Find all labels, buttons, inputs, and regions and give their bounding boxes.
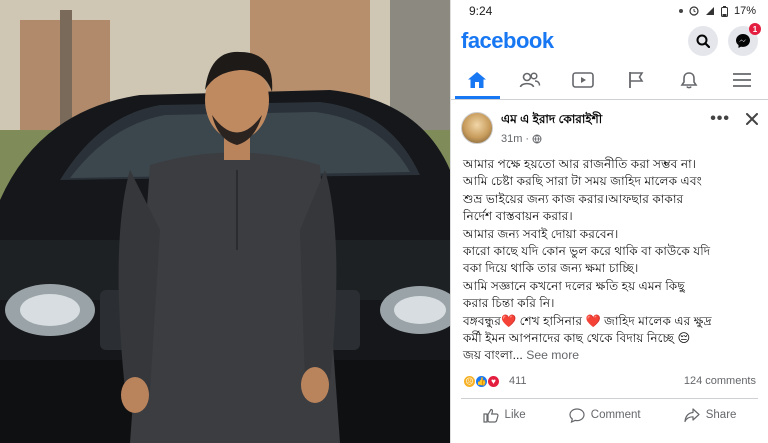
avatar[interactable] bbox=[461, 112, 493, 144]
like-button[interactable]: Like bbox=[482, 408, 526, 423]
post-last-line: জয় বাংলা... See more bbox=[463, 347, 758, 364]
comments-count[interactable]: 124 comments bbox=[684, 375, 756, 387]
status-indicators: 17% bbox=[678, 5, 756, 17]
reaction-icons[interactable]: ☹ 👍 ♥ 411 bbox=[463, 374, 527, 388]
tab-video[interactable] bbox=[557, 60, 610, 99]
menu-icon bbox=[732, 72, 751, 87]
close-icon[interactable] bbox=[746, 113, 758, 125]
flag-icon bbox=[628, 71, 644, 88]
battery-percent: 17% bbox=[733, 5, 756, 17]
post-line: জয় বাংলা... bbox=[463, 348, 523, 363]
tab-pages[interactable] bbox=[609, 60, 662, 99]
home-icon bbox=[468, 71, 487, 88]
reactions-summary: ☹ 👍 ♥ 411 124 comments bbox=[451, 365, 768, 394]
facebook-mobile-screen: 9:24 17% facebook 1 এম এ ইরাদ কোরাইশী 31… bbox=[450, 0, 768, 443]
post-photo[interactable] bbox=[0, 0, 450, 443]
tab-menu[interactable] bbox=[715, 60, 768, 99]
like-label: Like bbox=[504, 409, 526, 422]
main-nav bbox=[451, 60, 768, 100]
post-line: আমার পক্ষে হয়তো আর রাজনীতি করা সম্ভব না… bbox=[463, 157, 696, 171]
post-time[interactable]: 31m bbox=[501, 133, 522, 145]
photo-illustration bbox=[0, 0, 450, 443]
post-line: কারো কাছে যদি কোন ভুল করে থাকি বা কাউকে … bbox=[463, 244, 711, 259]
post-line: কর্মী ইমন আপনাদের কাছ থেকে বিদায় নিচ্ছে… bbox=[463, 331, 691, 346]
tab-home[interactable] bbox=[451, 60, 504, 99]
post-author-name[interactable]: এম এ ইরাদ কোরাইশী bbox=[501, 111, 602, 131]
see-more-link[interactable]: See more bbox=[526, 348, 579, 362]
battery-icon bbox=[720, 5, 728, 17]
comment-label: Comment bbox=[590, 409, 641, 422]
post-body: আমার পক্ষে হয়তো আর রাজনীতি করা সম্ভব না… bbox=[451, 152, 768, 365]
reactions-count[interactable]: 411 bbox=[509, 375, 527, 387]
header-actions: 1 bbox=[688, 23, 761, 56]
post-line: আমি সজ্ঞানে কখনো দলের ক্ষতি হয় এমন কিছু bbox=[463, 278, 685, 293]
facebook-logo[interactable]: facebook bbox=[461, 28, 554, 54]
status-time: 9:24 bbox=[469, 4, 493, 18]
post-author-block: এম এ ইরাদ কোরাইশী 31m · bbox=[501, 111, 602, 145]
share-button[interactable]: Share bbox=[684, 408, 737, 423]
search-icon bbox=[696, 34, 710, 48]
thumbs-up-icon bbox=[482, 408, 499, 423]
love-reaction-icon: ♥ bbox=[487, 374, 500, 388]
tab-friends[interactable] bbox=[504, 60, 557, 99]
share-icon bbox=[684, 408, 700, 422]
post-actions: Like Comment Share bbox=[461, 397, 758, 432]
notification-dot-icon bbox=[678, 9, 683, 13]
more-options-icon[interactable]: ••• bbox=[710, 110, 730, 128]
app-header: facebook 1 bbox=[451, 22, 768, 60]
status-bar: 9:24 17% bbox=[451, 0, 768, 22]
post-controls: ••• bbox=[710, 110, 758, 128]
post-header: এম এ ইরাদ কোরাইশী 31m · ••• bbox=[451, 100, 768, 152]
globe-icon bbox=[532, 134, 542, 144]
post-line: শুভ্র ভাইয়ের জন্য কাজ করার।আফছার কাকার bbox=[463, 191, 684, 206]
search-button[interactable] bbox=[688, 26, 718, 56]
tab-notifications[interactable] bbox=[662, 60, 715, 99]
video-icon bbox=[572, 71, 594, 88]
comment-button[interactable]: Comment bbox=[569, 408, 641, 423]
messenger-badge: 1 bbox=[749, 23, 761, 35]
post-line: বকা দিয়ে থাকি তার জন্য ক্ষমা চাচ্ছি। bbox=[463, 261, 639, 276]
post-line: বঙ্গবন্ধুর❤️ শেখ হাসিনার ❤️ জাহিদ মালেক … bbox=[463, 313, 712, 328]
post-line: আমি চেষ্টা করছি সারা টা সময় জাহিদ মালেক… bbox=[463, 174, 702, 189]
post-line: করার চিন্তা করি নি। bbox=[463, 296, 555, 311]
alarm-icon bbox=[689, 6, 699, 16]
post-line: নির্দেশ বাস্তবায়ন করার। bbox=[463, 209, 573, 224]
post-card: এম এ ইরাদ কোরাইশী 31m · ••• আমার পক্ষে হ… bbox=[451, 100, 768, 432]
messenger-icon bbox=[736, 34, 750, 48]
bell-icon bbox=[680, 71, 698, 88]
comment-icon bbox=[569, 408, 585, 423]
post-meta: 31m · bbox=[501, 133, 602, 145]
friends-icon bbox=[519, 71, 541, 87]
messenger-button[interactable]: 1 bbox=[728, 23, 761, 56]
post-line: আমার জন্য সবাই দোয়া করবেন। bbox=[463, 226, 619, 241]
signal-icon bbox=[705, 7, 714, 15]
share-label: Share bbox=[705, 409, 737, 422]
